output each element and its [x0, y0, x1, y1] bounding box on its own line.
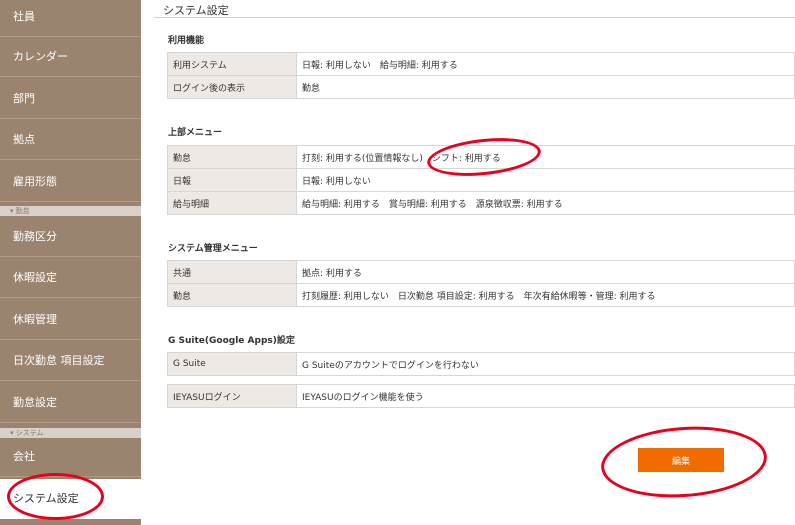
section-title-gsuite: G Suite(Google Apps)設定 [168, 336, 295, 346]
page-title: システム設定 [163, 4, 229, 17]
row-label: 勤怠 [167, 145, 297, 169]
sidebar-item-locations[interactable]: 拠点 [0, 120, 141, 160]
row-label: 日報 [167, 168, 297, 192]
sidebar-item-attendance-settings[interactable]: 勤怠設定 [0, 383, 141, 423]
table-row: 利用システム 日報: 利用しない 給与明細: 利用する [167, 52, 795, 76]
section-title-admin-menu: システム管理メニュー [168, 244, 258, 254]
sidebar-item-leave-settings[interactable]: 休暇設定 [0, 258, 141, 298]
row-value: 日報: 利用しない [296, 168, 795, 192]
table-row: 給与明細 給与明細: 利用する 賞与明細: 利用する 源泉徴収票: 利用する [167, 191, 795, 215]
title-divider [154, 17, 795, 18]
row-value: 打刻: 利用する(位置情報なし) シフト: 利用する [296, 145, 795, 169]
row-value: G Suiteのアカウントでログインを行わない [296, 352, 795, 376]
row-label: IEYASUログイン [167, 384, 297, 408]
row-value: IEYASUのログイン機能を使う [296, 384, 795, 408]
row-label: 利用システム [167, 52, 297, 76]
row-label: 共通 [167, 260, 297, 284]
sidebar-item-calendar[interactable]: カレンダー [0, 37, 141, 77]
row-label: ログイン後の表示 [167, 75, 297, 99]
sidebar-item-daily-attendance-items[interactable]: 日次勤怠 項目設定 [0, 341, 141, 381]
sidebar-item-work-categories[interactable]: 勤務区分 [0, 217, 141, 257]
annotation-ellipse-system-settings [7, 473, 104, 520]
row-label: 勤怠 [167, 283, 297, 307]
row-label: G Suite [167, 352, 297, 376]
table-row: IEYASUログイン IEYASUのログイン機能を使う [167, 384, 795, 408]
row-value: 日報: 利用しない 給与明細: 利用する [296, 52, 795, 76]
admin-menu-table: 共通 拠点: 利用する 勤怠 打刻履歴: 利用しない 日次勤怠 項目設定: 利用… [167, 260, 795, 307]
row-value: 打刻履歴: 利用しない 日次勤怠 項目設定: 利用する 年次有給休暇等・管理: … [296, 283, 795, 307]
row-label: 給与明細 [167, 191, 297, 215]
section-title-top-menu: 上部メニュー [168, 128, 223, 138]
sidebar-section-attendance: ▾ 勤怠 [0, 206, 141, 216]
sidebar-item-company[interactable]: 会社 [0, 437, 141, 477]
table-row: 共通 拠点: 利用する [167, 260, 795, 284]
section-title-features: 利用機能 [168, 36, 205, 46]
sidebar-item-leave-management[interactable]: 休暇管理 [0, 300, 141, 340]
row-value: 拠点: 利用する [296, 260, 795, 284]
table-row: G Suite G Suiteのアカウントでログインを行わない [167, 352, 795, 376]
features-table: 利用システム 日報: 利用しない 給与明細: 利用する ログイン後の表示 勤怠 [167, 52, 795, 99]
sidebar-item-employees[interactable]: 社員 [0, 0, 141, 37]
table-row: ログイン後の表示 勤怠 [167, 75, 795, 99]
sidebar-item-employment-types[interactable]: 雇用形態 [0, 162, 141, 202]
ieyasu-login-table: IEYASUログイン IEYASUのログイン機能を使う [167, 384, 795, 408]
table-row: 勤怠 打刻履歴: 利用しない 日次勤怠 項目設定: 利用する 年次有給休暇等・管… [167, 283, 795, 307]
row-value: 勤怠 [296, 75, 795, 99]
row-value: 給与明細: 利用する 賞与明細: 利用する 源泉徴収票: 利用する [296, 191, 795, 215]
sidebar: 社員 カレンダー 部門 拠点 雇用形態 ▾ 勤怠 勤務区分 休暇設定 休暇管理 … [0, 0, 141, 525]
sidebar-item-departments[interactable]: 部門 [0, 79, 141, 119]
gsuite-table: G Suite G Suiteのアカウントでログインを行わない [167, 352, 795, 376]
